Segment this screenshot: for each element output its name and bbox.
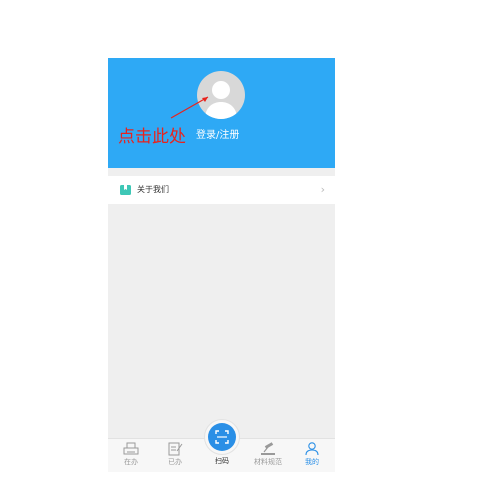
document-edit-icon [168, 442, 183, 456]
bookmark-icon [120, 185, 131, 195]
tab-done[interactable]: 已办 [158, 442, 192, 472]
tab-label: 材料规范 [254, 458, 282, 466]
tab-label: 已办 [168, 458, 182, 466]
app-screen: 登录/注册 点击此处 关于我们 › 在办 已办 材料规范 我的 扫码 [108, 58, 335, 472]
scan-icon [215, 430, 229, 444]
profile-header: 登录/注册 点击此处 [108, 58, 335, 168]
gavel-icon [261, 442, 275, 455]
user-icon [305, 442, 319, 456]
annotation-arrow [170, 96, 209, 119]
section-gap [108, 168, 335, 176]
tab-in-progress[interactable]: 在办 [114, 442, 148, 472]
tab-material-standards[interactable]: 材料规范 [251, 442, 285, 472]
scan-label: 扫码 [215, 457, 229, 465]
tab-mine[interactable]: 我的 [295, 442, 329, 472]
chevron-right-icon: › [320, 183, 325, 196]
scan-button[interactable] [208, 423, 236, 451]
printer-icon [123, 442, 139, 455]
menu-item-about-us[interactable]: 关于我们 › [108, 176, 335, 204]
menu-item-label: 关于我们 [137, 185, 169, 194]
tab-label: 在办 [124, 458, 138, 466]
tab-label: 我的 [305, 458, 319, 466]
